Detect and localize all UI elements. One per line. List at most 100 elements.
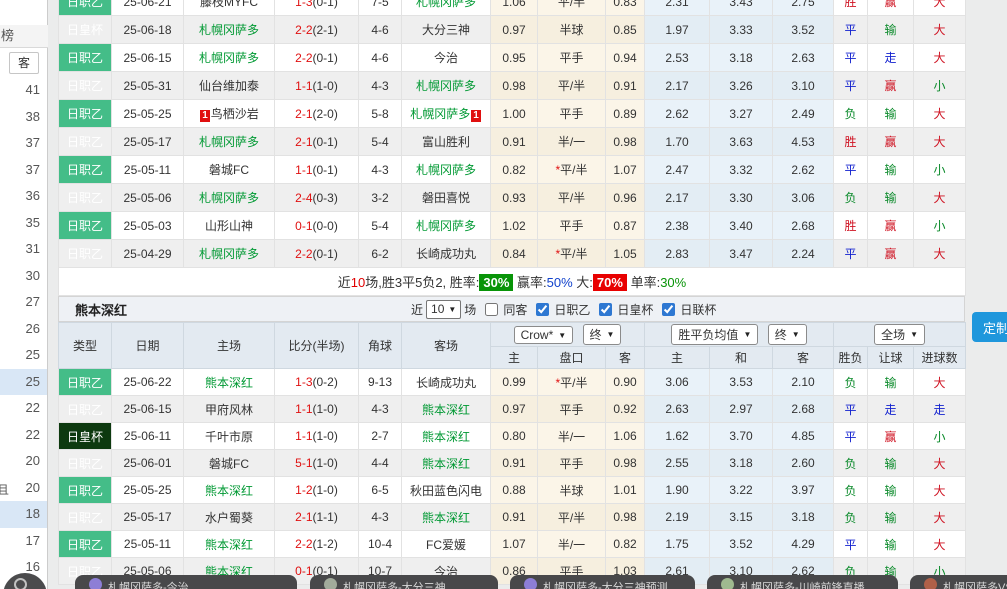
date-cell: 25-04-29	[112, 240, 184, 268]
date-cell: 25-05-11	[112, 531, 184, 558]
bookmaker-select[interactable]: Crow*▼	[514, 326, 574, 344]
team-link[interactable]: 札幌冈萨多	[410, 107, 470, 121]
period-select[interactable]: 全场▼	[874, 324, 925, 345]
full-time-score: 2-2	[295, 247, 312, 261]
chevron-down-icon: ▼	[558, 331, 566, 340]
league-cup-checkbox[interactable]	[662, 303, 675, 316]
team-link[interactable]: 札幌冈萨多	[416, 0, 476, 9]
team-link[interactable]: 札幌冈萨多	[416, 79, 476, 93]
corner-cell: 4-4	[359, 450, 402, 477]
col-result-wdl: 胜负	[834, 347, 868, 369]
team-link[interactable]: 札幌冈萨多	[199, 247, 259, 261]
team-link[interactable]: 熊本深红	[422, 511, 470, 525]
team-link[interactable]: 熊本深红	[422, 430, 470, 444]
team-link[interactable]: 山形山神	[205, 219, 253, 233]
kumamoto-rows: 日职乙25-06-22熊本深红1-3(0-2)9-13长崎成功丸0.99*平/半…	[59, 369, 966, 585]
team-link[interactable]: 秋田蓝色闪电	[410, 484, 482, 498]
away-team-cell: 长崎成功丸	[402, 240, 491, 268]
league-cell: 日职乙	[59, 450, 112, 477]
team-link[interactable]: 札幌冈萨多	[416, 219, 476, 233]
team-link[interactable]: 熊本深红	[422, 403, 470, 417]
result-handicap: 输	[868, 184, 914, 212]
result-wdl: 平	[834, 16, 868, 44]
taskbar-tab-preview[interactable]: 札幌冈萨多-大分三神	[310, 575, 498, 589]
league-j2-checkbox[interactable]	[536, 303, 549, 316]
team-link[interactable]: 长崎成功丸	[416, 376, 476, 390]
team-link[interactable]: FC爱媛	[426, 538, 466, 552]
team-link[interactable]: 札幌冈萨多	[199, 135, 259, 149]
home-team-cell: 藤枝MYFC	[184, 0, 275, 16]
asian-home-odds: 0.97	[491, 396, 538, 423]
taskbar-circle-button[interactable]	[3, 573, 47, 589]
team-link[interactable]: 磐田喜悦	[422, 191, 470, 205]
taskbar-tab-preview[interactable]: 札幌冈萨多VS大阪樱花	[910, 575, 1007, 589]
team-link[interactable]: 熊本深红	[205, 538, 253, 552]
result-goals: 大	[914, 240, 966, 268]
team-link[interactable]: 甲府风林	[205, 403, 253, 417]
team-link[interactable]: 长崎成功丸	[416, 247, 476, 261]
team-link[interactable]: 鸟栖沙岩	[211, 107, 259, 121]
away-team-cell: 札幌冈萨多	[402, 72, 491, 100]
away-team-cell: 长崎成功丸	[402, 369, 491, 396]
team-link[interactable]: 熊本深红	[205, 376, 253, 390]
summary-segment: 30%	[660, 275, 686, 290]
away-team-cell: 熊本深红	[402, 450, 491, 477]
result-wdl: 平	[834, 240, 868, 268]
team-link[interactable]: 札幌冈萨多	[199, 51, 259, 65]
result-goals: 大	[914, 369, 966, 396]
team-link[interactable]: 藤枝MYFC	[200, 0, 258, 9]
asian-home-odds: 0.97	[491, 16, 538, 44]
emperor-cup-checkbox[interactable]	[599, 303, 612, 316]
corner-cell: 4-3	[359, 72, 402, 100]
home-team-cell: 仙台维加泰	[184, 72, 275, 100]
customize-button[interactable]: 定制	[972, 312, 1007, 342]
euro-draw-odds: 3.53	[710, 369, 773, 396]
euro-draw-odds: 3.43	[710, 0, 773, 16]
full-time-score: 2-2	[295, 51, 312, 65]
match-count-select[interactable]: 10▼	[426, 300, 461, 319]
asian-away-odds: 0.82	[606, 531, 645, 558]
taskbar-tab-preview[interactable]: 札幌冈萨多-川崎前锋直播	[707, 575, 898, 589]
team-link[interactable]: 磐城FC	[209, 163, 249, 177]
sapporo-rows: 日职乙25-06-21藤枝MYFC1-3(0-1)7-5札幌冈萨多1.06平/半…	[59, 0, 966, 296]
result-goals: 大	[914, 450, 966, 477]
team-link[interactable]: 大分三神	[422, 23, 470, 37]
result-handicap: 输	[868, 504, 914, 531]
team-link[interactable]: 熊本深红	[205, 484, 253, 498]
result-handicap: 赢	[868, 128, 914, 156]
ranking-points-value: 25	[0, 342, 47, 369]
tab-preview-label: 札幌冈萨多-大分三神	[343, 579, 446, 589]
team-link[interactable]: 千叶市原	[205, 430, 253, 444]
result-wdl: 平	[834, 396, 868, 423]
chevron-down-icon: ▼	[607, 330, 615, 339]
asian-time-select[interactable]: 终▼	[583, 324, 622, 345]
team-link[interactable]: 水户蜀葵	[205, 511, 253, 525]
same-away-label: 同客	[503, 301, 527, 318]
score-cell: 2-1(2-0)	[275, 100, 359, 128]
score-cell: 2-2(0-1)	[275, 44, 359, 72]
full-time-score: 5-1	[295, 456, 312, 470]
team-link[interactable]: 磐城FC	[209, 457, 249, 471]
team-link[interactable]: 富山胜利	[422, 135, 470, 149]
team-link[interactable]: 札幌冈萨多	[199, 191, 259, 205]
team-link[interactable]: 今治	[434, 51, 458, 65]
away-filter-button[interactable]: 客	[9, 52, 39, 74]
euro-time-select[interactable]: 终▼	[768, 324, 807, 345]
team-link[interactable]: 熊本深红	[422, 457, 470, 471]
team-link[interactable]: 仙台维加泰	[199, 79, 259, 93]
summary-segment: 50%	[547, 275, 573, 290]
col-asian-away: 客	[606, 347, 645, 369]
euro-mode-select[interactable]: 胜平负均值▼	[671, 324, 758, 345]
taskbar-tab-preview[interactable]: 札幌冈萨多-大分三神预测	[510, 575, 695, 589]
home-team-cell: 1鸟栖沙岩	[184, 100, 275, 128]
same-away-checkbox[interactable]	[485, 303, 498, 316]
team-link[interactable]: 札幌冈萨多	[416, 163, 476, 177]
league-cell: 日职乙	[59, 44, 112, 72]
team-link[interactable]: 札幌冈萨多	[199, 23, 259, 37]
match-row: 日职乙25-06-01磐城FC5-1(1-0)4-4熊本深红0.91平手0.98…	[59, 450, 966, 477]
site-favicon	[324, 578, 337, 589]
euro-draw-odds: 3.40	[710, 212, 773, 240]
away-team-cell: 札幌冈萨多	[402, 156, 491, 184]
home-team-cell: 磐城FC	[184, 156, 275, 184]
taskbar-tab-preview[interactable]: 札幌冈萨多-今治	[75, 575, 297, 589]
